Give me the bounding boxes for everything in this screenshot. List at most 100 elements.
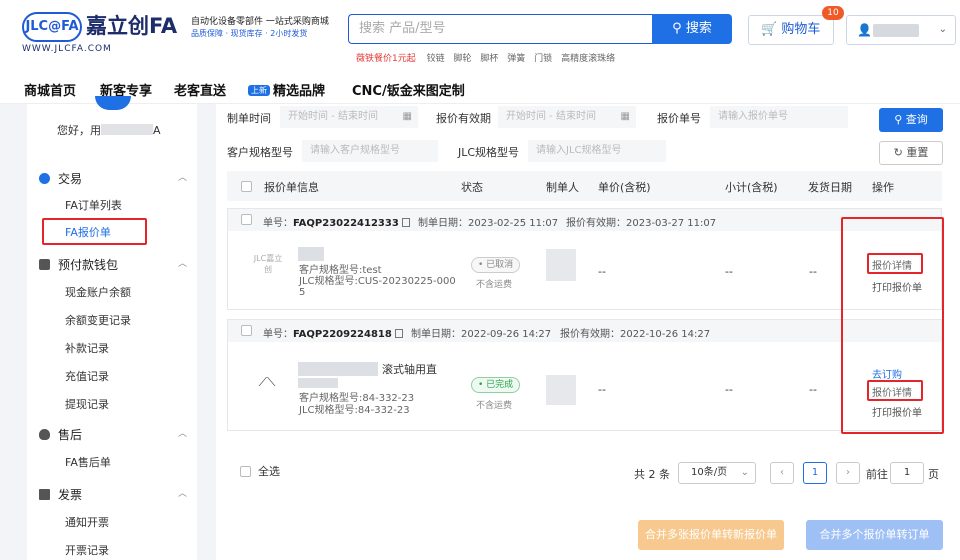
row-checkbox[interactable] <box>241 214 252 225</box>
user-menu[interactable]: 👤 ⌄ <box>846 15 956 45</box>
tax-note: 不含运费 <box>476 401 513 411</box>
chevron-left-icon: ‹ <box>780 467 784 478</box>
refresh-icon: ↻ <box>893 146 907 159</box>
sidebar-item-notify-invoice[interactable]: 通知开票 <box>65 514 109 530</box>
order-no-value: FAQP23022412333 <box>293 218 399 229</box>
site-logo[interactable]: JLC@FA 嘉立创FA WWW.JLCFA.COM <box>22 12 190 54</box>
search-input[interactable]: 搜索 产品/型号 <box>348 14 652 44</box>
order-number: 单号：FAQP2209224818 <box>263 325 403 340</box>
total-count: 共 2 条 <box>634 468 670 481</box>
chevron-up-icon: ︿ <box>177 429 187 439</box>
row-checkbox[interactable] <box>241 325 252 336</box>
merge-to-order-button[interactable]: 合并多个报价单转订单 <box>806 520 943 550</box>
invoice-icon <box>39 489 50 500</box>
col-subtotal: 小计(含税) <box>725 181 778 194</box>
sidebar-section-invoice[interactable]: 发票 ︿ <box>39 486 187 503</box>
slogan-main: 自动化设备零部件 一站式采购商城 <box>191 17 329 27</box>
search-button-label: 搜索 <box>685 21 712 36</box>
unit-price: -- <box>598 265 606 278</box>
avatar <box>95 96 131 110</box>
sidebar-section-wallet[interactable]: 预付款钱包 ︿ <box>39 256 187 273</box>
query-label: 查询 <box>905 113 928 126</box>
highlight-box <box>42 218 147 245</box>
product-name-blurred <box>298 247 324 261</box>
valid-date: 报价有效期：2022-10-26 14:27 <box>560 329 711 340</box>
nav-cnc[interactable]: CNC/钣金来图定制 <box>352 80 465 99</box>
greeting-prefix: 您好，用 <box>57 124 101 137</box>
page-size-select[interactable]: 10条/页 ⌄ <box>678 462 756 484</box>
trade-icon <box>39 173 50 184</box>
page-number[interactable]: 1 <box>803 462 827 484</box>
product-thumbnail[interactable]: ⟋⟍ <box>252 375 282 401</box>
cust-spec-label: 客户规格型号 <box>227 146 293 159</box>
sidebar-item-withdraw-log[interactable]: 提现记录 <box>65 396 109 412</box>
nav-home[interactable]: 商城首页 <box>24 80 76 99</box>
quote-no-input[interactable]: 请输入报价单号 <box>710 106 848 128</box>
new-badge: 上新 <box>248 85 270 96</box>
ship-date: -- <box>809 265 817 278</box>
copy-icon[interactable] <box>394 329 403 338</box>
select-all-checkbox[interactable] <box>241 181 252 192</box>
unit-price: -- <box>598 383 606 396</box>
cart-button[interactable]: 🛒 购物车 <box>748 15 834 45</box>
chevron-up-icon: ︿ <box>177 173 187 183</box>
footer-select-all-checkbox[interactable] <box>240 466 251 477</box>
sidebar-item-recharge-log[interactable]: 充值记录 <box>65 368 109 384</box>
status-badge: • 已取消 <box>471 257 521 273</box>
order-header: 单号：FAQP23022412333 制单日期：2023-02-25 11:07… <box>228 209 941 231</box>
create-time-label: 制单时间 <box>227 112 271 125</box>
reset-label: 重置 <box>906 146 929 159</box>
sidebar-item-topup-log[interactable]: 补款记录 <box>65 340 109 356</box>
hot-word-promo[interactable]: 薇铁餐价1元起 <box>356 54 416 64</box>
create-time-placeholder: 开始时间 - 结束时间 <box>288 111 378 122</box>
hot-word[interactable]: 门锁 <box>534 54 552 64</box>
product-name-blurred-2 <box>298 378 338 388</box>
hot-words: 薇铁餐价1元起 铰链 脚轮 脚杯 弹簧 门锁 高精度滚珠络 <box>356 51 621 64</box>
nav-brands[interactable]: 上新 精选品牌 <box>248 80 325 99</box>
merge-to-new-quote-button[interactable]: 合并多张报价单转新报价单 <box>638 520 784 550</box>
hot-word[interactable]: 高精度滚珠络 <box>561 54 615 64</box>
sidebar-item-fa-aftersale[interactable]: FA售后单 <box>65 454 111 470</box>
sidebar-item-balance-log[interactable]: 余额变更记录 <box>65 312 131 328</box>
sidebar-item-invoice-log[interactable]: 开票记录 <box>65 542 109 558</box>
col-creator: 制单人 <box>546 181 579 194</box>
nav-old-customer[interactable]: 老客直送 <box>174 80 226 99</box>
subtotal: -- <box>725 383 733 396</box>
chevron-up-icon: ︿ <box>177 259 187 269</box>
cust-spec-input[interactable]: 请输入客户规格型号 <box>302 140 438 162</box>
goto-suffix: 页 <box>928 468 939 481</box>
hot-word[interactable]: 铰链 <box>427 54 445 64</box>
query-button[interactable]: ⚲ 查询 <box>879 108 943 132</box>
sidebar-item-cash-balance[interactable]: 现金账户余额 <box>65 284 131 300</box>
status-badge: • 已完成 <box>471 377 521 393</box>
valid-date: 报价有效期：2023-03-27 11:07 <box>566 218 717 229</box>
cust-spec-value: 客户规格型号:test <box>299 265 382 276</box>
select-all-label[interactable]: 全选 <box>258 463 280 479</box>
create-time-range-input[interactable]: 开始时间 - 结束时间 ▦ <box>280 106 418 128</box>
order-no-label: 单号： <box>263 329 293 340</box>
reset-button[interactable]: ↻ 重置 <box>879 141 943 165</box>
hot-word[interactable]: 脚杯 <box>480 54 498 64</box>
copy-icon[interactable] <box>401 218 410 227</box>
chevron-up-icon: ︿ <box>177 489 187 499</box>
hot-word[interactable]: 脚轮 <box>454 54 472 64</box>
sidebar-section-trade[interactable]: 交易 ︿ <box>39 170 187 187</box>
site-header: JLC@FA 嘉立创FA WWW.JLCFA.COM 自动化设备零部件 一站式采… <box>0 0 960 70</box>
calendar-icon: ▦ <box>620 111 630 122</box>
next-page-button[interactable]: › <box>836 462 860 484</box>
greeting: 您好，用 A <box>57 122 161 138</box>
sidebar-item-fa-orders[interactable]: FA订单列表 <box>65 197 122 213</box>
prev-page-button[interactable]: ‹ <box>770 462 794 484</box>
logo-badge: JLC@FA <box>22 12 82 42</box>
order-no-value: FAQP2209224818 <box>293 329 392 340</box>
quote-no-label: 报价单号 <box>657 112 701 125</box>
sidebar-section-aftersale[interactable]: 售后 ︿ <box>39 426 187 443</box>
hot-word[interactable]: 弹簧 <box>507 54 525 64</box>
search-button[interactable]: ⚲ 搜索 <box>652 14 732 44</box>
jlc-spec-input[interactable]: 请输入JLC规格型号 <box>528 140 666 162</box>
actions-highlight-box <box>841 217 944 434</box>
valid-range-input[interactable]: 开始时间 - 结束时间 ▦ <box>498 106 636 128</box>
creator-blurred <box>546 249 576 281</box>
goto-page-input[interactable]: 1 <box>890 462 924 484</box>
product-thumbnail[interactable]: JLC嘉立创 <box>253 253 283 279</box>
